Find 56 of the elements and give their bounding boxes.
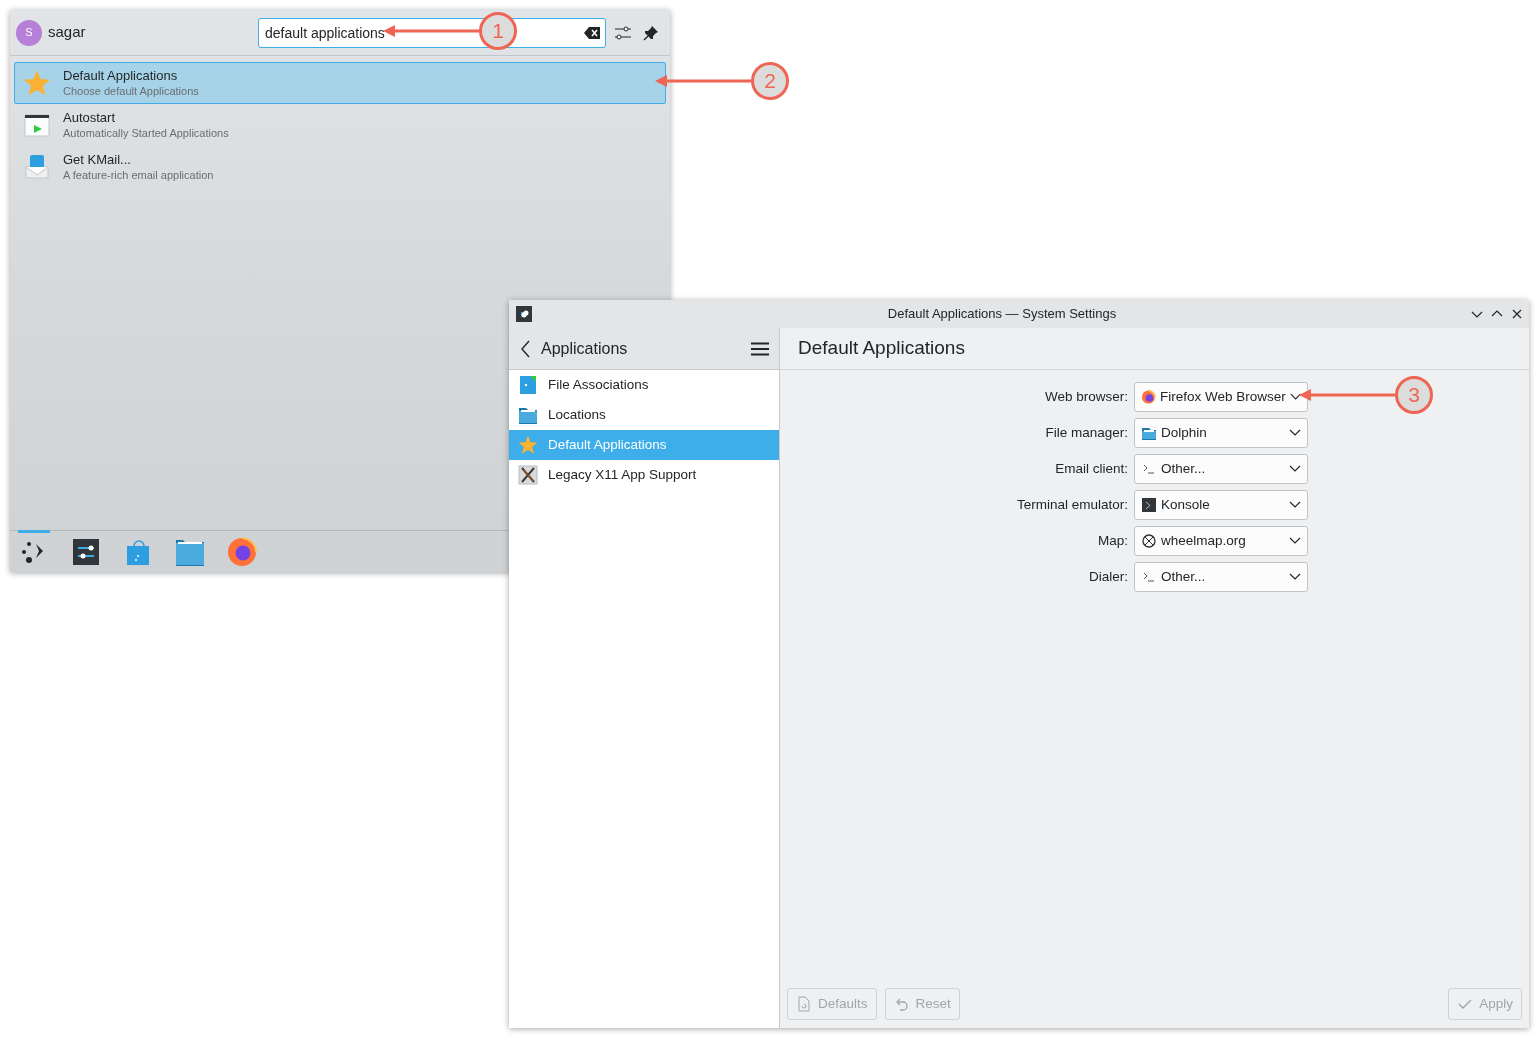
field-label: Terminal emulator:	[1015, 495, 1128, 514]
page-title: Default Applications	[780, 328, 1529, 370]
back-icon[interactable]	[521, 339, 531, 358]
callout-number: 2	[751, 62, 789, 100]
dropdown[interactable]: Dolphin	[1134, 418, 1308, 448]
sidebar-title: Applications	[541, 338, 629, 359]
field-label: Dialer:	[1088, 567, 1128, 586]
terminal-icon	[1141, 497, 1157, 513]
close-icon[interactable]	[1511, 308, 1523, 320]
filter-icon[interactable]	[614, 23, 632, 42]
field-label: File manager:	[1044, 423, 1128, 442]
result-subtitle: Choose default Applications	[63, 84, 199, 98]
sidebar-item[interactable]: File Associations	[509, 370, 779, 400]
clear-icon[interactable]	[584, 26, 600, 39]
x-logo-icon	[518, 465, 538, 485]
result-subtitle: Automatically Started Applications	[63, 126, 229, 140]
document-icon	[518, 375, 538, 395]
pin-icon[interactable]	[643, 24, 659, 41]
document-icon	[796, 996, 812, 1012]
search-result[interactable]: Default Applications Choose default Applications	[14, 62, 666, 104]
result-title: Default Applications	[63, 68, 179, 84]
dropdown[interactable]: Other...	[1134, 454, 1308, 484]
caret-icon	[1289, 393, 1301, 401]
window-title: Default Applications — System Settings	[886, 305, 1118, 324]
result-title: Autostart	[63, 110, 117, 126]
star-icon	[518, 435, 538, 455]
caret-icon	[1289, 501, 1301, 509]
firefox-icon	[1141, 389, 1156, 405]
sliders-icon[interactable]	[72, 537, 100, 566]
sliders-icon[interactable]	[515, 305, 533, 323]
firefox-icon[interactable]	[227, 536, 257, 567]
caret-icon	[1289, 429, 1301, 437]
sidebar-item[interactable]: Locations	[509, 400, 779, 430]
dropdown[interactable]: Konsole	[1134, 490, 1308, 520]
folder-icon	[518, 405, 538, 425]
folder-icon	[1141, 425, 1157, 441]
sidebar-item[interactable]: Legacy X11 App Support	[509, 460, 779, 490]
envelope-icon	[23, 153, 51, 181]
search-result[interactable]: Autostart Automatically Started Applications	[14, 104, 666, 146]
field-label: Web browser:	[1043, 387, 1128, 406]
search-result[interactable]: Get KMail... A feature-rich email application	[14, 146, 666, 188]
star-icon	[23, 69, 51, 97]
dropdown[interactable]: wheelmap.org	[1134, 526, 1308, 556]
window-play-icon	[23, 111, 51, 139]
user-name: sagar	[48, 22, 86, 43]
globe-icon	[1141, 533, 1157, 549]
field-label: Map:	[1097, 531, 1128, 550]
result-title: Get KMail...	[63, 152, 132, 168]
dropdown[interactable]: Other...	[1134, 562, 1308, 592]
menu-icon[interactable]	[751, 341, 769, 356]
field-label: Email client:	[1054, 459, 1128, 478]
dropdown[interactable]: Firefox Web Browser	[1134, 382, 1308, 412]
caret-icon	[1289, 573, 1301, 581]
caret-icon	[1289, 465, 1301, 473]
result-subtitle: A feature-rich email application	[63, 168, 214, 182]
caret-icon	[1289, 537, 1301, 545]
